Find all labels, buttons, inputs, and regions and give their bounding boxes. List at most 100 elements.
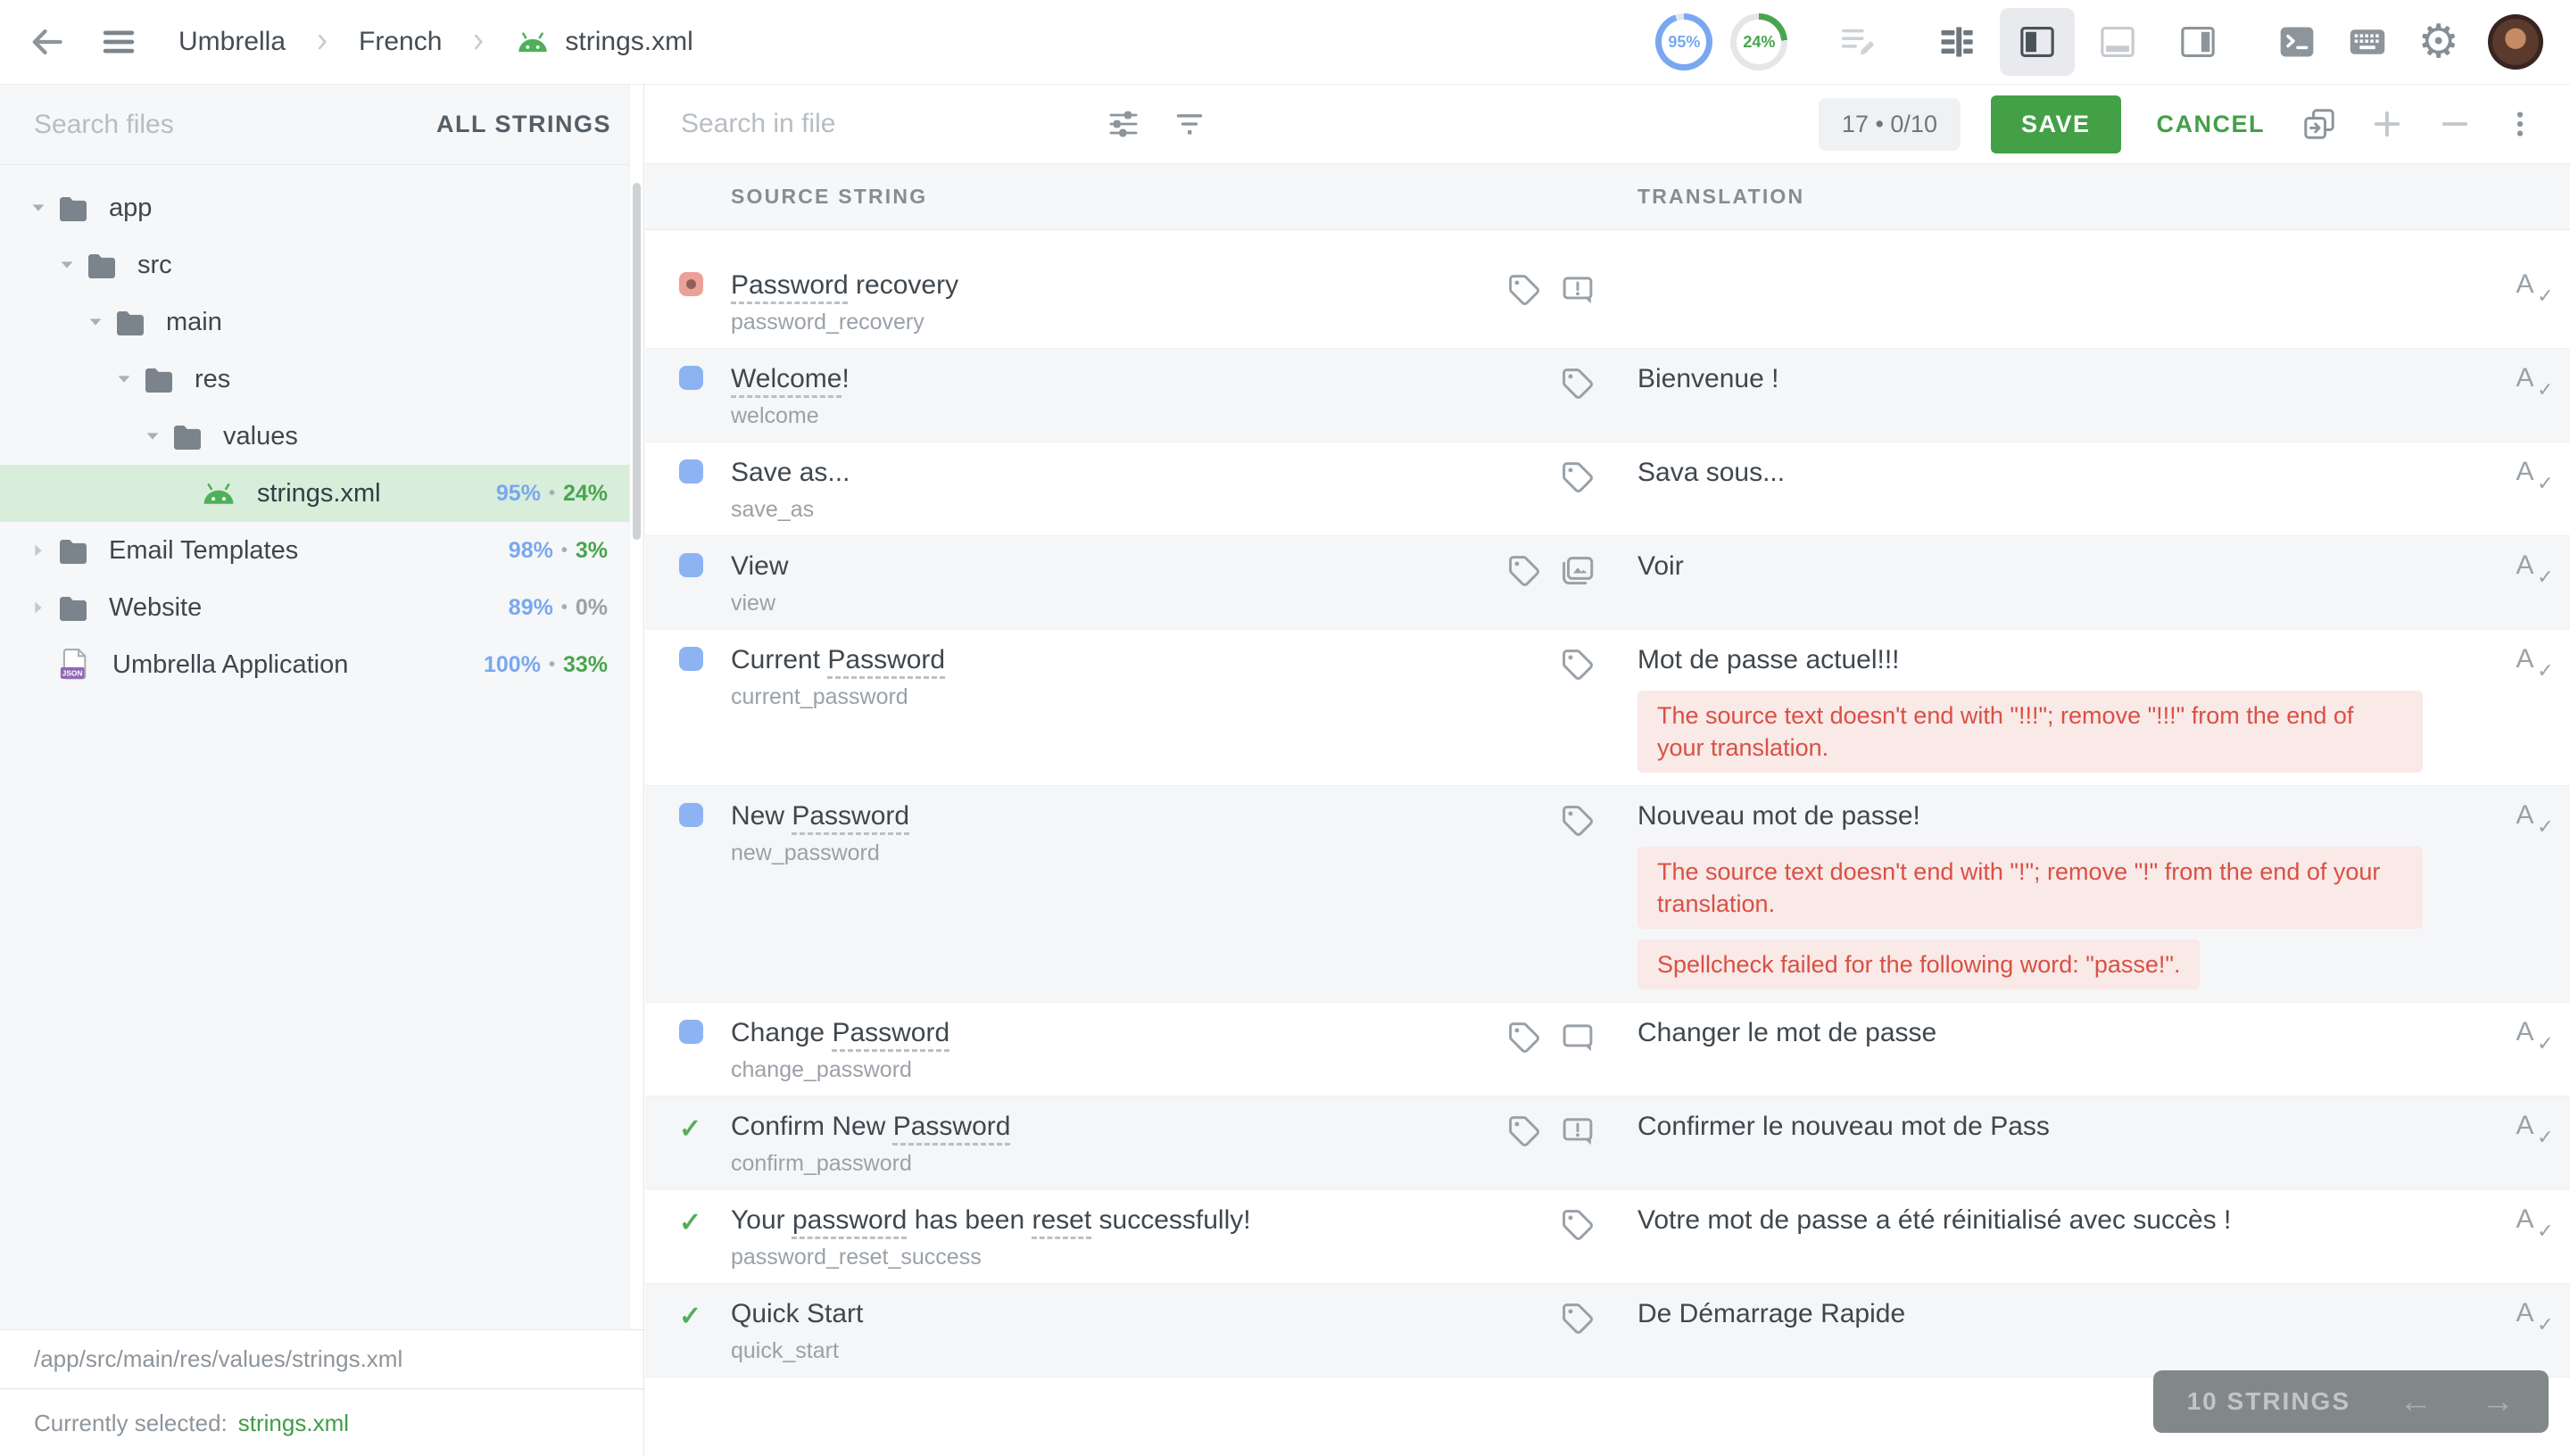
tree-item-main[interactable]: main [0, 294, 643, 351]
spellcheck-icon[interactable]: A✓ [2516, 550, 2540, 581]
tree-item-app[interactable]: app [0, 179, 643, 236]
table-row-confirm_password[interactable]: ✓ Confirm New Password confirm_password … [645, 1096, 2570, 1190]
currently-selected-file[interactable]: strings.xml [238, 1410, 349, 1437]
spellcheck-icon[interactable]: A✓ [2516, 457, 2540, 487]
svg-text:JSON: JSON [62, 669, 83, 678]
translation-column-header: TRANSLATION [1637, 185, 2485, 209]
tree-item-email-templates[interactable]: Email Templates98%•3% [0, 522, 643, 579]
tree-caret-icon[interactable] [27, 598, 50, 617]
translation-text[interactable]: Voir [1637, 550, 2485, 583]
tree-item-strings-xml[interactable]: strings.xml95%•24% [0, 465, 643, 522]
table-row-save_as[interactable]: Save as... save_as Sava sous... A✓ [645, 443, 2570, 536]
approved-check-icon: ✓ [679, 1113, 701, 1145]
spellcheck-icon[interactable]: A✓ [2516, 1111, 2540, 1141]
table-row-quick_start[interactable]: ✓ Quick Start quick_start De Démarrage R… [645, 1284, 2570, 1377]
qa-error-message: The source text doesn't end with "!!!"; … [1637, 691, 2423, 773]
comment-alert-icon[interactable] [1559, 271, 1596, 309]
tag-icon[interactable] [1505, 1019, 1543, 1056]
settings-gear-icon[interactable]: ⚙ [2417, 19, 2459, 65]
spellcheck-icon[interactable]: A✓ [2516, 800, 2540, 831]
search-in-file-input[interactable] [679, 108, 1075, 140]
bottom-panel-view-icon[interactable] [2080, 8, 2155, 76]
right-panel-view-icon[interactable] [2160, 8, 2235, 76]
translation-text[interactable]: Confirmer le nouveau mot de Pass [1637, 1111, 2485, 1143]
tag-icon[interactable] [1505, 271, 1543, 309]
tag-icon[interactable] [1559, 802, 1596, 840]
string-key: current_password [731, 683, 1486, 710]
comfortable-view-icon[interactable] [1919, 8, 1994, 76]
tag-icon[interactable] [1559, 646, 1596, 683]
tree-caret-icon[interactable] [141, 426, 164, 446]
keyboard-icon[interactable] [2346, 22, 2389, 62]
topbar: Umbrella French strings.xml 95% 24% [0, 0, 2570, 85]
tree-item-website[interactable]: Website89%•0% [0, 579, 643, 636]
cancel-button[interactable]: CANCEL [2151, 110, 2271, 139]
table-row-view[interactable]: View view Voir A✓ [645, 536, 2570, 630]
plus-icon[interactable] [2368, 105, 2406, 143]
tree-caret-icon[interactable] [112, 369, 136, 389]
table-row-password_reset_success[interactable]: ✓ Your password has been reset successfu… [645, 1190, 2570, 1284]
kebab-menu-icon[interactable] [2504, 105, 2536, 143]
translation-text[interactable]: De Démarrage Rapide [1637, 1298, 2485, 1330]
tag-icon[interactable] [1505, 552, 1543, 590]
table-row-current_password[interactable]: Current Password current_password Mot de… [645, 630, 2570, 786]
side-by-side-view-icon[interactable] [2000, 8, 2075, 76]
spellcheck-icon[interactable]: A✓ [2516, 1204, 2540, 1235]
tag-icon[interactable] [1559, 1206, 1596, 1244]
tree-item-src[interactable]: src [0, 236, 643, 294]
folder-icon [86, 252, 118, 278]
table-row-password_recovery[interactable]: Password recovery password_recovery A✓ [645, 230, 2570, 349]
spellcheck-icon[interactable]: A✓ [2516, 1298, 2540, 1328]
scrollbar-thumb[interactable] [633, 183, 641, 540]
spellcheck-icon[interactable]: A✓ [2516, 363, 2540, 393]
table-row-welcome[interactable]: Welcome! welcome Bienvenue ! A✓ [645, 349, 2570, 443]
source-string-text: Your password has been reset successfull… [731, 1204, 1486, 1237]
tag-icon[interactable] [1505, 1113, 1543, 1150]
sidebar-scrollbar[interactable] [629, 85, 643, 1329]
back-button[interactable] [27, 22, 66, 62]
spellcheck-icon[interactable]: A✓ [2516, 269, 2540, 300]
translated-progress-value: 95% [1668, 33, 1700, 52]
translation-text[interactable] [1637, 269, 2485, 302]
copy-source-icon[interactable] [2301, 105, 2338, 143]
translation-text[interactable]: Nouveau mot de passe! [1637, 800, 2485, 832]
breadcrumb-language[interactable]: French [359, 27, 442, 57]
next-page-icon[interactable]: → [2481, 1385, 2515, 1419]
tree-caret-icon[interactable] [27, 198, 50, 218]
screenshot-icon[interactable] [1559, 552, 1596, 590]
avatar[interactable] [2488, 14, 2543, 70]
tag-icon[interactable] [1559, 365, 1596, 402]
search-files-input[interactable] [32, 109, 419, 141]
tree-item-umbrella-application[interactable]: JSONUmbrella Application100%•33% [0, 636, 643, 693]
tree-caret-icon[interactable] [84, 312, 107, 332]
table-row-change_password[interactable]: Change Password change_password Changer … [645, 1003, 2570, 1096]
menu-icon[interactable] [100, 23, 137, 61]
tree-caret-icon[interactable] [55, 255, 79, 275]
search-settings-icon[interactable] [1106, 106, 1141, 142]
all-strings-button[interactable]: ALL STRINGS [436, 111, 611, 138]
qa-error-message: The source text doesn't end with "!"; re… [1637, 847, 2423, 929]
console-icon[interactable] [2276, 22, 2317, 62]
spellcheck-icon[interactable]: A✓ [2516, 644, 2540, 674]
prev-page-icon[interactable]: ← [2399, 1385, 2433, 1419]
translation-text[interactable]: Sava sous... [1637, 457, 2485, 489]
comment-icon[interactable] [1559, 1019, 1596, 1056]
minus-icon[interactable] [2436, 105, 2474, 143]
save-button[interactable]: SAVE [1991, 95, 2121, 153]
translation-text[interactable]: Bienvenue ! [1637, 363, 2485, 395]
filter-icon[interactable] [1172, 106, 1207, 142]
edit-list-icon[interactable] [1837, 21, 1878, 62]
breadcrumb-file[interactable]: strings.xml [515, 27, 692, 57]
tree-caret-icon[interactable] [27, 541, 50, 560]
translation-text[interactable]: Changer le mot de passe [1637, 1017, 2485, 1049]
tag-icon[interactable] [1559, 459, 1596, 496]
tag-icon[interactable] [1559, 1300, 1596, 1337]
breadcrumb-project[interactable]: Umbrella [178, 27, 286, 57]
tree-item-values[interactable]: values [0, 408, 643, 465]
spellcheck-icon[interactable]: A✓ [2516, 1017, 2540, 1047]
table-row-new_password[interactable]: New Password new_password Nouveau mot de… [645, 786, 2570, 1003]
comment-alert-icon[interactable] [1559, 1113, 1596, 1150]
tree-item-res[interactable]: res [0, 351, 643, 408]
translation-text[interactable]: Mot de passe actuel!!! [1637, 644, 2485, 676]
translation-text[interactable]: Votre mot de passe a été réinitialisé av… [1637, 1204, 2485, 1237]
